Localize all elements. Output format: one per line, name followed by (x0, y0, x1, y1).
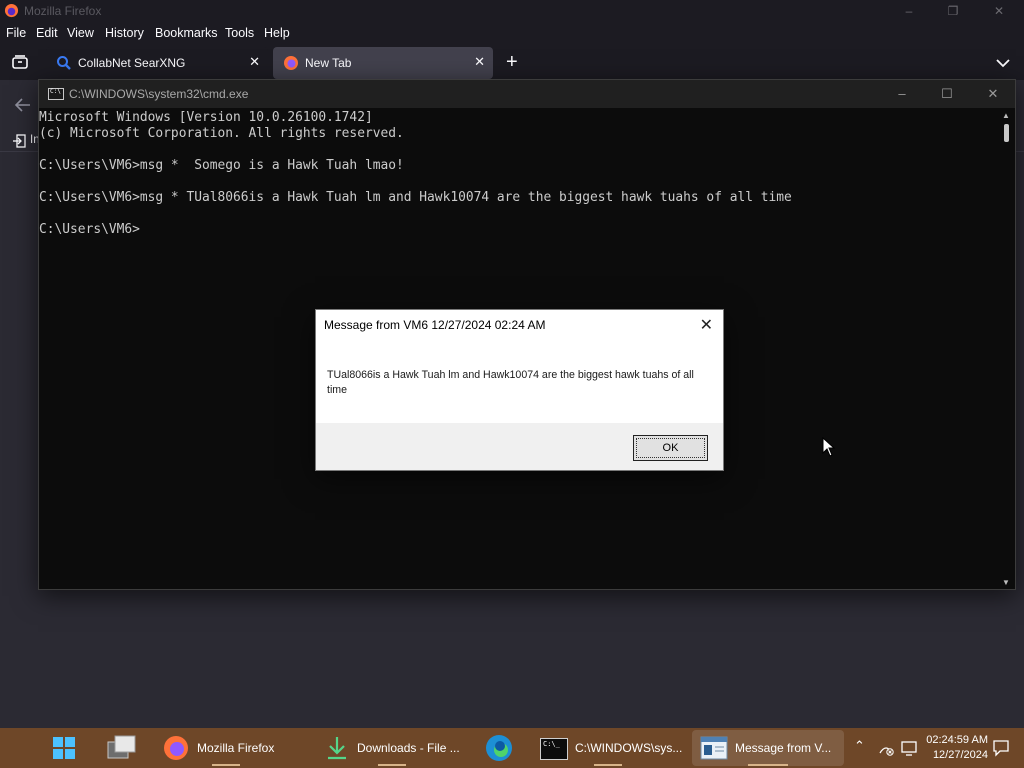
display-icon[interactable] (900, 739, 918, 757)
chevron-down-icon[interactable] (996, 58, 1010, 68)
dialog-message: TUal8066is a Hawk Tuah lm and Hawk10074 … (327, 369, 694, 396)
clock-date: 12/27/2024 (932, 749, 988, 761)
task-view-icon[interactable] (106, 734, 136, 760)
menu-tools[interactable]: Tools (225, 26, 254, 40)
cmd-maximize-button[interactable]: ☐ (932, 85, 962, 103)
taskbar-item-firefox[interactable]: Mozilla Firefox (156, 730, 296, 766)
firefox-window-title: Mozilla Firefox (24, 4, 102, 18)
cmd-icon: C:\ (48, 88, 64, 100)
firefox-icon (284, 56, 298, 70)
search-icon (57, 56, 71, 70)
clock-time: 02:24:59 AM (926, 734, 988, 746)
cmd-minimize-button[interactable]: – (887, 85, 917, 103)
running-indicator (378, 764, 406, 766)
ok-button[interactable]: OK (633, 435, 708, 461)
taskbar-item-message[interactable]: Message from V... (692, 730, 844, 766)
maximize-button[interactable]: ❐ (938, 2, 968, 20)
tab-overview-icon[interactable] (11, 54, 29, 70)
taskbar: Mozilla Firefox Downloads - File ... C:\… (0, 728, 1024, 768)
tab-searxng[interactable]: CollabNet SearXNG ✕ (46, 47, 268, 79)
menu-help[interactable]: Help (264, 26, 290, 40)
windows-start-icon[interactable] (52, 736, 76, 760)
scrollbar-thumb[interactable] (1004, 124, 1009, 142)
cmd-scrollbar[interactable]: ▲ ▼ (1000, 110, 1014, 588)
dialog-title: Message from VM6 12/27/2024 02:24 AM (324, 318, 546, 332)
console-prompt: C:\Users\VM6> (39, 222, 140, 237)
taskbar-label: Message from V... (735, 741, 832, 755)
taskbar-clock[interactable]: 02:24:59 AM 12/27/2024 (926, 733, 988, 763)
new-tab-plus-icon[interactable]: + (506, 51, 518, 74)
message-window-icon (700, 736, 728, 760)
taskbar-label: Downloads - File ... (357, 741, 460, 755)
taskbar-label: C:\WINDOWS\sys... (575, 741, 683, 755)
tab-label: New Tab (305, 56, 352, 70)
network-disconnected-icon[interactable] (877, 740, 895, 756)
console-line: C:\Users\VM6>msg * TUal8066is a Hawk Tua… (39, 190, 792, 205)
back-arrow-icon[interactable] (14, 98, 32, 112)
running-indicator (594, 764, 622, 766)
console-line: C:\Users\VM6>msg * Somego is a Hawk Tuah… (39, 158, 404, 173)
console-line: Microsoft Windows [Version 10.0.26100.17… (39, 110, 373, 125)
scroll-up-icon[interactable]: ▲ (1002, 111, 1010, 120)
edge-icon[interactable] (484, 733, 514, 763)
close-tab-icon[interactable]: ✕ (249, 54, 260, 70)
firefox-tabbar: CollabNet SearXNG ✕ New Tab ✕ + (0, 44, 1024, 80)
desktop-screen: Mozilla Firefox – ❐ ✕ File Edit View His… (0, 0, 1024, 768)
cmd-titlebar[interactable]: C:\ C:\WINDOWS\system32\cmd.exe – ☐ ✕ (39, 80, 1015, 108)
menu-view[interactable]: View (67, 26, 94, 40)
close-button[interactable]: ✕ (984, 2, 1014, 20)
close-tab-icon[interactable]: ✕ (474, 54, 485, 70)
taskbar-label: Mozilla Firefox (197, 741, 275, 755)
active-indicator (748, 764, 788, 766)
tab-label: CollabNet SearXNG (78, 56, 186, 70)
scroll-down-icon[interactable]: ▼ (1002, 578, 1010, 587)
mouse-cursor-icon (822, 437, 836, 457)
cmd-close-button[interactable]: ✕ (978, 85, 1008, 103)
dialog-footer: OK (316, 423, 723, 470)
firefox-icon (4, 3, 19, 18)
dialog-close-icon[interactable]: ✕ (700, 315, 713, 335)
menu-bookmarks[interactable]: Bookmarks (155, 26, 218, 40)
minimize-button[interactable]: – (894, 2, 924, 20)
tab-new-tab[interactable]: New Tab ✕ (273, 47, 493, 79)
import-bookmarks-icon[interactable] (12, 134, 26, 148)
firefox-icon (164, 736, 188, 760)
message-dialog: Message from VM6 12/27/2024 02:24 AM ✕ T… (315, 309, 724, 471)
download-icon (328, 737, 346, 760)
taskbar-item-cmd[interactable]: C:\_ C:\WINDOWS\sys... (534, 730, 684, 766)
menu-edit[interactable]: Edit (36, 26, 58, 40)
menu-file[interactable]: File (6, 26, 26, 40)
notification-icon[interactable] (992, 739, 1010, 757)
cmd-icon: C:\_ (540, 738, 568, 760)
firefox-titlebar: Mozilla Firefox – ❐ ✕ (0, 0, 1024, 22)
console-line: (c) Microsoft Corporation. All rights re… (39, 126, 404, 141)
cmd-window-title: C:\WINDOWS\system32\cmd.exe (69, 87, 249, 101)
running-indicator (212, 764, 240, 766)
chevron-up-icon[interactable]: ⌃ (854, 738, 865, 754)
taskbar-item-downloads[interactable]: Downloads - File ... (318, 730, 468, 766)
menu-history[interactable]: History (105, 26, 144, 40)
firefox-menubar: File Edit View History Bookmarks Tools H… (0, 22, 1024, 44)
